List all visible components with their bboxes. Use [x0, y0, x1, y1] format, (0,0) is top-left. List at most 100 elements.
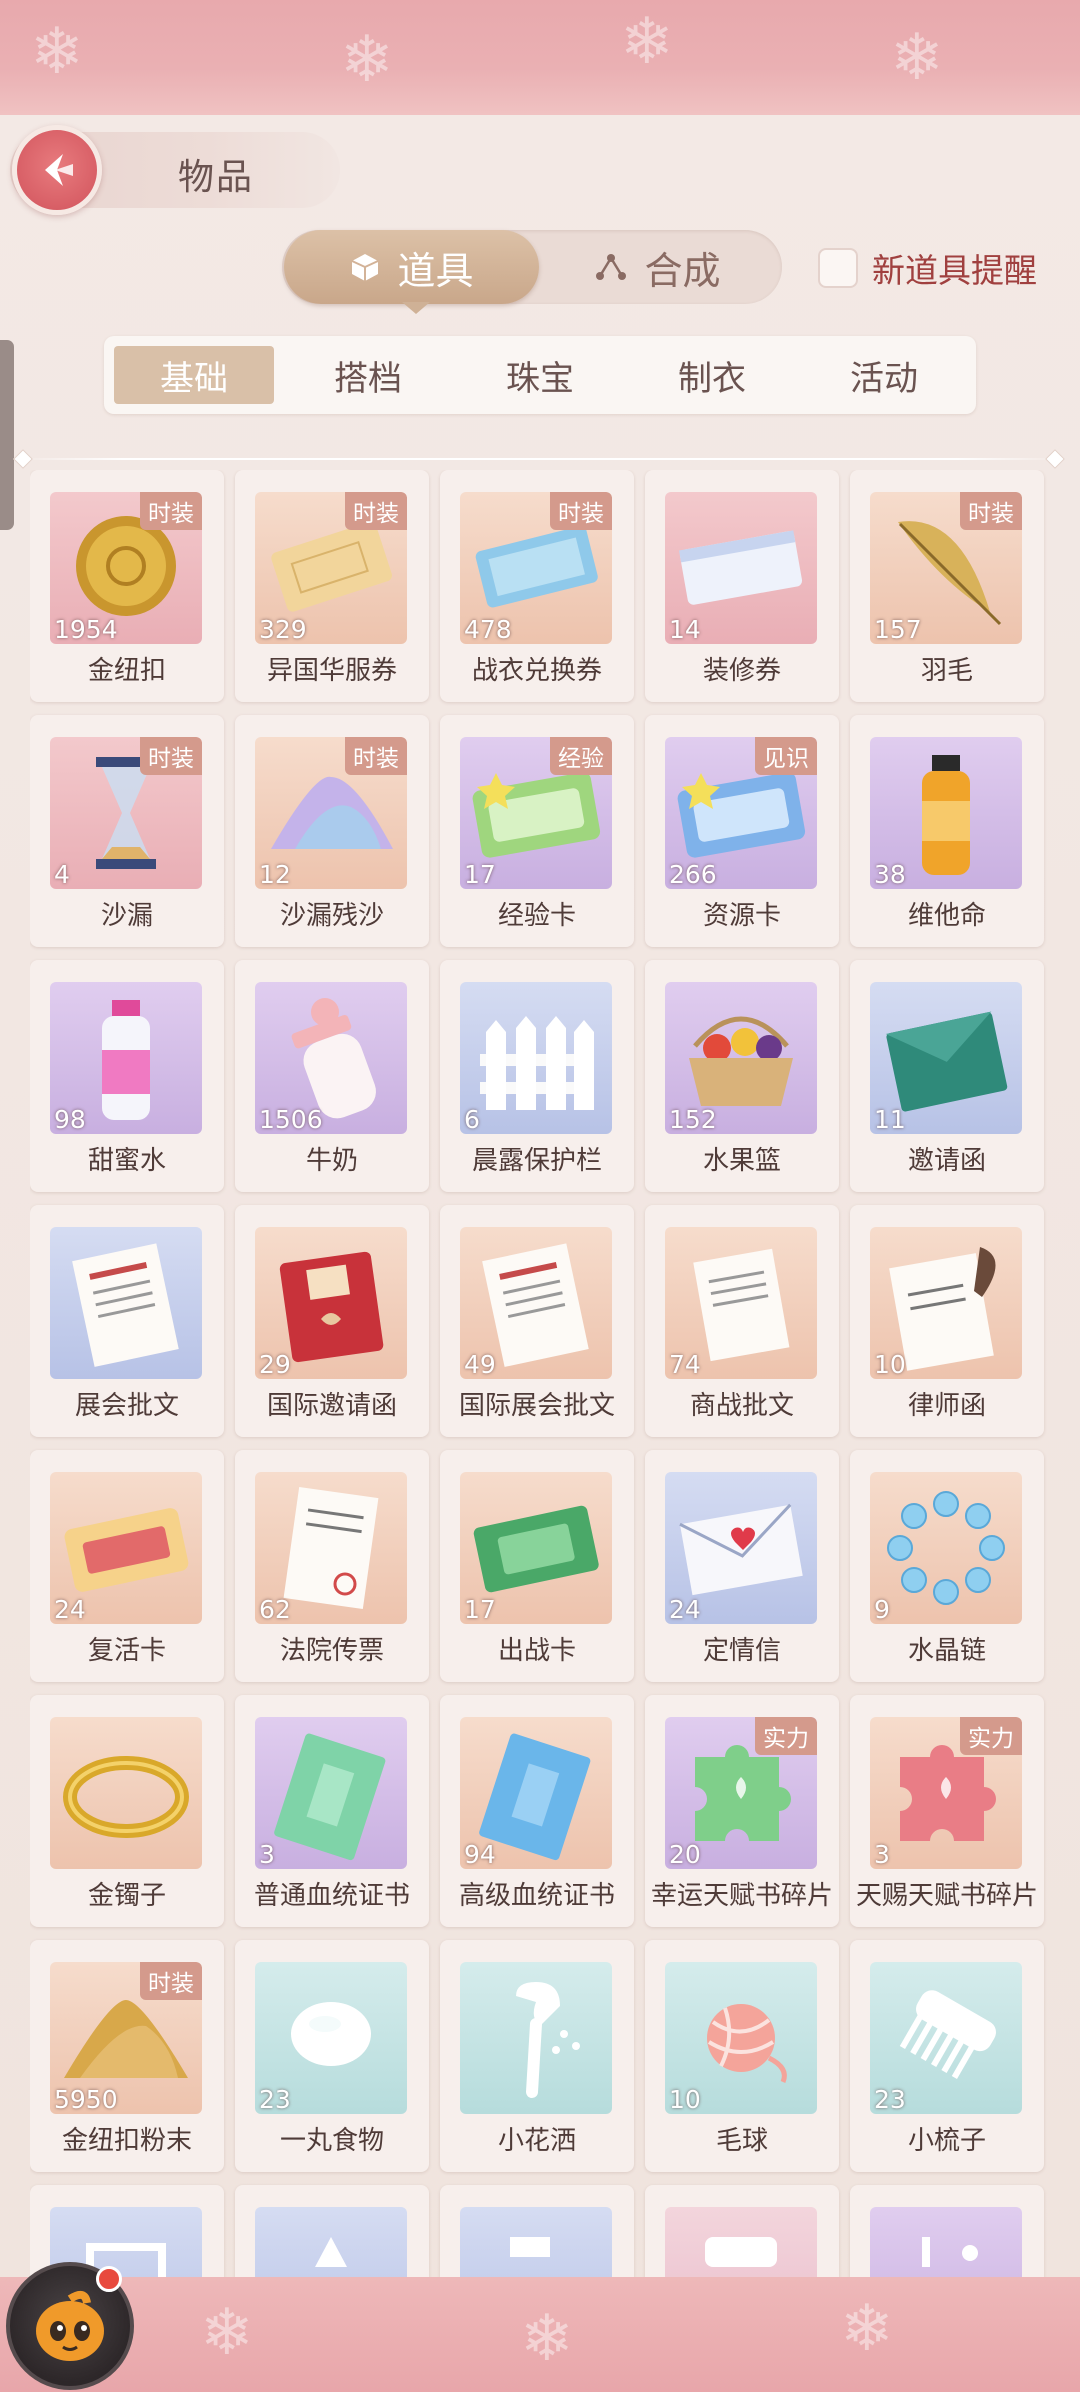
tab-synthesis[interactable]: 合成: [530, 230, 785, 304]
item-thumbnail: 38: [870, 737, 1022, 889]
item-card[interactable]: 时装 12 沙漏残沙: [235, 715, 429, 947]
item-name: 律师函: [907, 1391, 986, 1421]
toy-icon: [315, 2237, 347, 2267]
item-card[interactable]: 金镯子: [30, 1695, 224, 1927]
item-card[interactable]: 6 晨露保护栏: [440, 960, 634, 1192]
tab-synthesis-label: 合成: [644, 248, 721, 293]
item-name: 晨露保护栏: [471, 1146, 602, 1176]
pet-bowl-icon: [705, 2237, 777, 2267]
tab-basic[interactable]: 基础: [114, 346, 274, 404]
item-thumbnail: 11: [870, 982, 1022, 1134]
item-card[interactable]: 38 维他命: [850, 715, 1044, 947]
snowflake-icon: ❄: [30, 15, 84, 89]
bottom-decoration-strip: ❄ ❄ ❄: [0, 2277, 1080, 2392]
item-thumbnail: 时装 329: [255, 492, 407, 644]
item-name: 一丸食物: [279, 2126, 384, 2156]
new-item-reminder[interactable]: 新道具提醒: [818, 246, 1037, 290]
item-count: 98: [54, 1105, 86, 1134]
item-count: 6: [464, 1105, 480, 1134]
tab-jewelry[interactable]: 珠宝: [460, 346, 620, 404]
item-card[interactable]: 实力 3 天赐天赋书碎片: [850, 1695, 1044, 1927]
item-name: 水果篮: [702, 1146, 781, 1176]
item-card[interactable]: 152 水果篮: [645, 960, 839, 1192]
item-card[interactable]: 小花洒: [440, 1940, 634, 2172]
item-name: 幸运天赋书碎片: [650, 1881, 833, 1911]
item-card[interactable]: 14 装修券: [645, 470, 839, 702]
item-card[interactable]: 实力 20 幸运天赋书碎片: [645, 1695, 839, 1927]
tab-tailoring[interactable]: 制衣: [632, 346, 792, 404]
item-card[interactable]: 29 国际邀请函: [235, 1205, 429, 1437]
item-card[interactable]: 9 水晶链: [850, 1450, 1044, 1682]
synthesis-icon: [596, 254, 627, 280]
tab-props[interactable]: 道具: [284, 230, 539, 304]
item-name: 牛奶: [305, 1146, 358, 1176]
item-badge: 见识: [755, 737, 817, 775]
item-card[interactable]: 3 普通血统证书: [235, 1695, 429, 1927]
reminder-checkbox[interactable]: [818, 248, 858, 288]
item-card[interactable]: 时装 4 沙漏: [30, 715, 224, 947]
item-card[interactable]: 时装 478 战衣兑换券: [440, 470, 634, 702]
main-tab-bar: 道具 合成: [282, 230, 782, 304]
item-name: 小花洒: [497, 2126, 576, 2156]
item-thumbnail: 3: [255, 1717, 407, 1869]
item-thumbnail: 见识 266: [665, 737, 817, 889]
item-badge: 实力: [755, 1717, 817, 1755]
item-name: 小梳子: [907, 2126, 986, 2156]
item-card[interactable]: [850, 2185, 1044, 2277]
item-thumbnail: 9: [870, 1472, 1022, 1624]
item-card[interactable]: 23 小梳子: [850, 1940, 1044, 2172]
item-card[interactable]: 展会批文: [30, 1205, 224, 1437]
item-name: 毛球: [715, 2126, 768, 2156]
item-card[interactable]: 时装 5950 金纽扣粉末: [30, 1940, 224, 2172]
item-thumbnail: 时装 1954: [50, 492, 202, 644]
item-name: 维他命: [907, 901, 986, 931]
mascot-icon: [36, 2290, 104, 2361]
item-card[interactable]: 10 律师函: [850, 1205, 1044, 1437]
item-name: 邀请函: [907, 1146, 986, 1176]
item-card[interactable]: 1506 牛奶: [235, 960, 429, 1192]
item-count: 4: [54, 860, 70, 889]
side-drawer-handle[interactable]: [0, 340, 14, 530]
item-card[interactable]: [645, 2185, 839, 2277]
item-card[interactable]: 24 定情信: [645, 1450, 839, 1682]
item-card[interactable]: 94 高级血统证书: [440, 1695, 634, 1927]
item-card[interactable]: 23 一丸食物: [235, 1940, 429, 2172]
item-name: 定情信: [702, 1636, 781, 1666]
item-card[interactable]: 49 国际展会批文: [440, 1205, 634, 1437]
item-card[interactable]: 24 复活卡: [30, 1450, 224, 1682]
item-name: 展会批文: [74, 1391, 179, 1421]
item-name: 金镯子: [87, 1881, 166, 1911]
snowflake-icon: ❄: [200, 2296, 254, 2370]
glove-icon: [510, 2237, 550, 2257]
tab-props-label: 道具: [397, 248, 474, 293]
item-thumbnail: 6: [460, 982, 612, 1134]
item-card[interactable]: 62 法院传票: [235, 1450, 429, 1682]
tab-event[interactable]: 活动: [804, 346, 964, 404]
item-count: 14: [669, 615, 701, 644]
item-count: 266: [669, 860, 717, 889]
item-name: 法院传票: [279, 1636, 384, 1666]
green-certificate-icon: [274, 1733, 386, 1861]
item-card[interactable]: 74 商战批文: [645, 1205, 839, 1437]
back-arrow-icon: [45, 154, 73, 186]
tab-partner[interactable]: 搭档: [288, 346, 448, 404]
item-card[interactable]: 见识 266 资源卡: [645, 715, 839, 947]
item-card[interactable]: 11 邀请函: [850, 960, 1044, 1192]
item-card[interactable]: 98 甜蜜水: [30, 960, 224, 1192]
item-name: 复活卡: [87, 1636, 166, 1666]
item-count: 20: [669, 1840, 701, 1869]
item-count: 23: [874, 2085, 906, 2114]
item-card[interactable]: 10 毛球: [645, 1940, 839, 2172]
item-card[interactable]: 时装 1954 金纽扣: [30, 470, 224, 702]
back-button[interactable]: [12, 125, 102, 215]
divider: [18, 458, 1062, 460]
item-card[interactable]: 17 出战卡: [440, 1450, 634, 1682]
item-card[interactable]: [440, 2185, 634, 2277]
item-card[interactable]: 时装 157 羽毛: [850, 470, 1044, 702]
item-card[interactable]: [235, 2185, 429, 2277]
item-card[interactable]: 时装 329 异国华服券: [235, 470, 429, 702]
item-thumbnail: 24: [50, 1472, 202, 1624]
item-thumbnail: 实力 20: [665, 1717, 817, 1869]
item-name: 高级血统证书: [458, 1881, 615, 1911]
item-card[interactable]: 经验 17 经验卡: [440, 715, 634, 947]
